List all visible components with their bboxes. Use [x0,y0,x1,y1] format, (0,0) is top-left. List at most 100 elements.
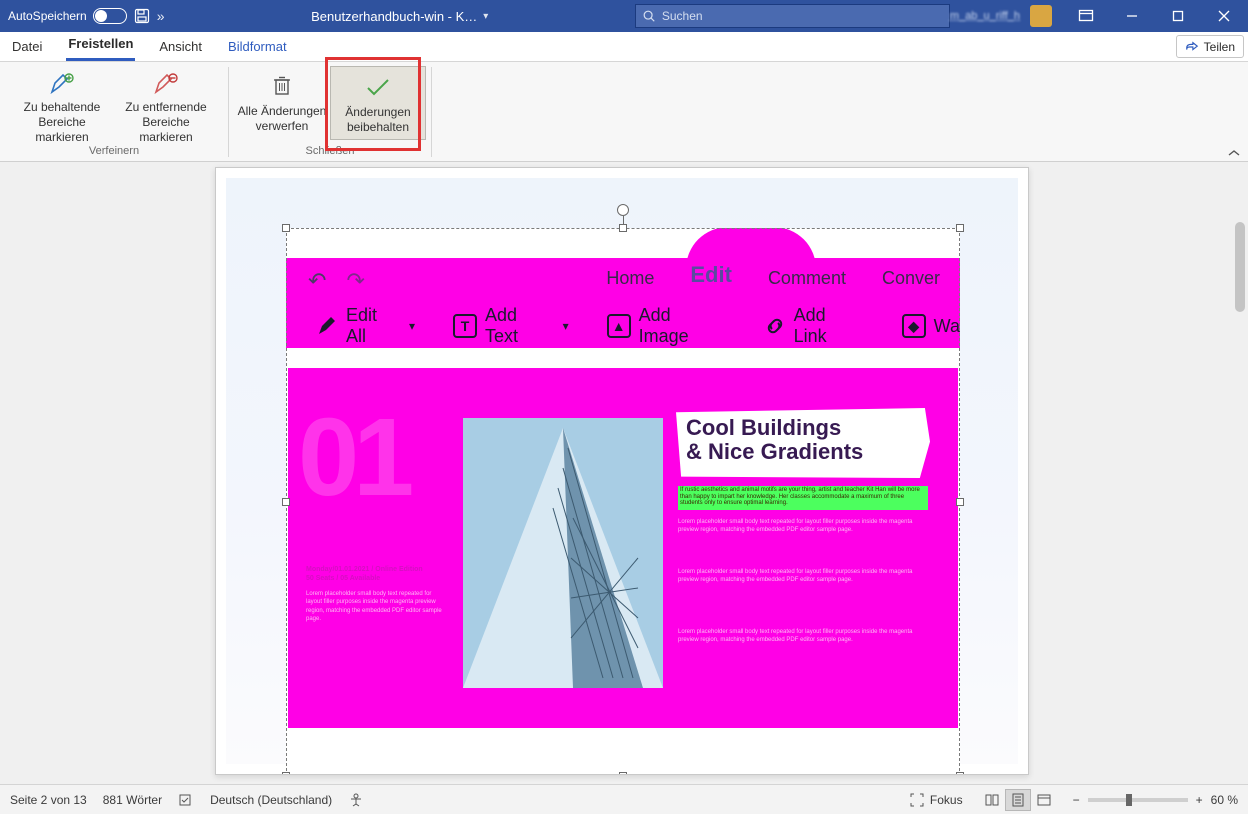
group-schliessen-label: Schließen [306,145,355,161]
window-maximize-icon[interactable] [1156,0,1200,32]
tool-watermark: ◆ Wa [902,314,960,338]
embedded-tab-edit: Edit [690,262,732,288]
watermark-icon: ◆ [902,314,926,338]
spellcheck-icon[interactable] [178,792,194,808]
ribbon-collapse-icon[interactable] [1228,149,1240,157]
pen-icon [316,315,338,337]
checkmark-icon [364,73,392,101]
mark-remove-button[interactable]: Zu entfernende Bereiche markieren [114,66,218,140]
focus-icon [910,793,924,807]
ribbon-tabs: Datei Freistellen Ansicht Bildformat Tei… [0,32,1248,62]
zoom-control: − + 60 % [1073,793,1238,807]
view-web-icon[interactable] [1031,789,1057,811]
tool-add-text-label: Add Text [485,305,555,347]
tool-watermark-label: Wa [934,316,960,337]
embedded-topbar: ↶ ↷ Home Edit Comment Conver [286,258,960,304]
resize-handle-t[interactable] [619,224,627,232]
discard-changes-label: Alle Änderungen verwerfen [238,104,327,134]
tab-datei[interactable]: Datei [10,34,44,61]
tool-edit-all-label: Edit All [346,305,401,347]
keep-changes-button[interactable]: Änderungen beibehalten [330,66,426,140]
big-number: 01 [298,408,408,507]
zoom-percent[interactable]: 60 % [1211,793,1238,807]
embedded-tab-convert: Conver [882,268,940,294]
autosave-toggle[interactable] [93,8,127,24]
view-print-icon[interactable] [1005,789,1031,811]
pencil-minus-icon [152,72,180,96]
tool-add-link-label: Add Link [794,305,864,347]
ribbon-display-options-icon[interactable] [1064,0,1108,32]
resize-handle-tr[interactable] [956,224,964,232]
pencil-plus-icon [48,72,76,96]
qat-overflow-icon[interactable]: » [157,8,165,24]
redo-icon: ↷ [346,268,364,294]
embedded-screenshot: ↶ ↷ Home Edit Comment Conver Edit All▾ [286,228,960,775]
highlight-strip: If rustic aesthetics and animal motifs a… [678,486,928,510]
mark-keep-button[interactable]: Zu behaltende Bereiche markieren [10,66,114,140]
document-title: Benutzerhandbuch-win - K… [311,9,477,24]
window-minimize-icon[interactable] [1110,0,1154,32]
mark-remove-label: Zu entfernende Bereiche markieren [114,100,218,145]
search-box[interactable]: Suchen [635,4,950,28]
ribbon: Zu behaltende Bereiche markieren Zu entf… [0,62,1248,162]
share-button[interactable]: Teilen [1176,35,1244,58]
tab-ansicht[interactable]: Ansicht [157,34,204,61]
resize-handle-b[interactable] [619,772,627,775]
tool-add-link: Add Link [764,305,864,347]
view-mode-group [979,789,1057,811]
building-image [463,418,663,688]
tool-add-text: T Add Text▾ [453,305,569,347]
vertical-scrollbar[interactable] [1230,162,1248,784]
tab-bildformat[interactable]: Bildformat [226,34,289,61]
focus-label: Fokus [930,793,963,807]
zoom-in-button[interactable]: + [1196,793,1203,807]
view-read-icon[interactable] [979,789,1005,811]
share-label: Teilen [1204,40,1235,54]
undo-icon: ↶ [308,268,326,294]
link-icon [764,315,786,337]
textbox-icon: T [453,314,477,338]
language[interactable]: Deutsch (Deutschland) [210,793,332,807]
title-bar: AutoSpeichern » Benutzerhandbuch-win - K… [0,0,1248,32]
resize-handle-tl[interactable] [282,224,290,232]
resize-handle-bl[interactable] [282,772,290,775]
trash-icon [270,72,294,100]
embedded-toolbar: Edit All▾ T Add Text▾ ▲ Add Image Add Li… [286,304,960,348]
tool-edit-all: Edit All▾ [316,305,415,347]
tool-add-image-label: Add Image [639,305,726,347]
discard-changes-button[interactable]: Alle Änderungen verwerfen [234,66,330,140]
tab-freistellen[interactable]: Freistellen [66,31,135,61]
resize-handle-br[interactable] [956,772,964,775]
focus-mode[interactable]: Fokus [910,793,963,807]
zoom-slider-thumb[interactable] [1126,794,1132,806]
search-icon [642,9,656,23]
zoom-out-button[interactable]: − [1073,793,1080,807]
embedded-tab-comment: Comment [768,268,846,294]
group-verfeinern-label: Verfeinern [89,145,139,161]
left-body-text: Lorem placeholder small body text repeat… [306,590,446,624]
rotate-handle[interactable] [617,204,629,216]
scrollbar-thumb[interactable] [1235,222,1245,312]
window-close-icon[interactable] [1202,0,1246,32]
resize-handle-l[interactable] [282,498,290,506]
tool-add-image: ▲ Add Image [607,305,726,347]
resize-handle-r[interactable] [956,498,964,506]
mark-keep-label: Zu behaltende Bereiche markieren [10,100,114,145]
user-avatar[interactable] [1030,5,1052,27]
right-para-1: Lorem placeholder small body text repeat… [678,518,928,535]
zoom-slider[interactable] [1088,798,1188,802]
page: ↶ ↷ Home Edit Comment Conver Edit All▾ [215,167,1029,775]
heading-line2: & Nice Gradients [686,439,863,464]
accessibility-icon[interactable] [348,792,364,808]
embedded-page-body: 01 Monday/01.01.2021 / Online Edition 50… [288,368,958,728]
page-number[interactable]: Seite 2 von 13 [10,793,87,807]
word-count[interactable]: 881 Wörter [103,793,162,807]
selected-image[interactable]: ↶ ↷ Home Edit Comment Conver Edit All▾ [286,228,960,775]
status-bar: Seite 2 von 13 881 Wörter Deutsch (Deuts… [0,784,1248,814]
document-area[interactable]: ↶ ↷ Home Edit Comment Conver Edit All▾ [0,162,1248,784]
save-icon[interactable] [133,7,151,25]
heading-text: Cool Buildings & Nice Gradients [686,416,863,464]
title-dropdown-icon[interactable]: ▾ [483,11,488,22]
share-icon [1185,40,1199,54]
user-name[interactable]: m_ab_u_riff_h [950,10,1020,22]
